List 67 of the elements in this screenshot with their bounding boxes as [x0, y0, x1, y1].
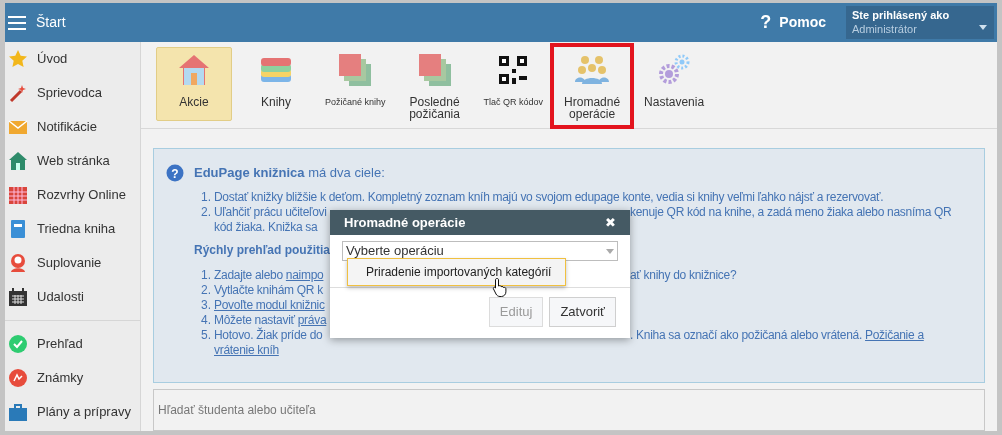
dialog-title: Hromadné operácie — [344, 213, 467, 232]
list-number: 2. — [201, 204, 212, 221]
sidebar-item[interactable]: Udalosti — [5, 280, 140, 314]
list-number: 1. — [201, 189, 212, 206]
list-text: Uľahčiť prácu učiteľovi — [214, 205, 327, 219]
sidebar-item[interactable]: Sprievodca — [5, 76, 140, 110]
list-number: 3. — [201, 297, 212, 314]
list-text: . Kniha sa označí ako požičaná alebo vrátená. — [630, 328, 863, 342]
toolbar-button[interactable]: Tlač QR kódov — [478, 47, 549, 121]
book-icon — [8, 219, 28, 239]
timetable-icon — [8, 185, 28, 205]
person-icon — [8, 253, 28, 273]
link[interactable]: Požičanie a — [865, 328, 924, 342]
wand-icon — [8, 83, 28, 103]
sidebar-item[interactable]: Úvod — [5, 42, 140, 76]
help-icon: ? — [166, 163, 184, 182]
cards-icon — [337, 52, 374, 88]
toolbar-button[interactable]: Nastavenia — [636, 47, 713, 121]
info-title: EduPage knižnica má dva ciele: — [194, 164, 385, 182]
list-text: ať knihy do knižnice? — [630, 268, 737, 282]
user-menu[interactable]: Ste prihlásený ako Administrátor — [846, 6, 994, 39]
sidebar-item[interactable]: Rozvrhy Online — [5, 178, 140, 212]
dropdown-option[interactable]: Priradenie importovaných kategórií — [347, 258, 566, 286]
toolbar-button[interactable]: Akcie — [156, 47, 232, 121]
calendar-icon — [8, 287, 28, 307]
hand-cursor-icon — [492, 277, 508, 297]
toolbar-button[interactable]: Knihy — [238, 47, 314, 121]
list-text: Zadajte alebo — [214, 268, 284, 282]
list-text: Hotovo. Žiak príde do — [214, 328, 323, 342]
sidebar-item[interactable]: Web stránka — [5, 144, 140, 178]
list-number: 4. — [201, 312, 212, 329]
list-number: 1. — [201, 267, 212, 284]
sidebar-item[interactable]: Suplovanie — [5, 246, 140, 280]
sidebar-item[interactable]: Notifikácie — [5, 110, 140, 144]
page-title: Štart — [36, 13, 66, 32]
close-button[interactable]: ✖ — [605, 212, 616, 233]
check-icon — [8, 334, 28, 354]
link[interactable]: Povoľte modul knižnic — [214, 298, 325, 312]
dialog-button[interactable]: Zatvoriť — [549, 297, 616, 327]
toolbar-button[interactable]: Hromadné operácie — [554, 47, 631, 125]
sidebar-item[interactable]: Triedna kniha — [5, 212, 140, 246]
list-number: 2. — [201, 282, 212, 299]
list-number: 5. — [201, 327, 212, 344]
cards-icon — [416, 52, 453, 88]
section-heading: Rýchly prehľad použitia — [194, 242, 330, 259]
caret-icon — [979, 25, 987, 30]
briefcase-icon — [8, 402, 28, 422]
menu-icon[interactable] — [8, 14, 26, 31]
list-text: Môžete nastaviť — [214, 313, 296, 327]
link[interactable]: vrátenie kníh — [214, 343, 279, 357]
house-icon — [8, 151, 28, 171]
help-link[interactable]: ? Pomoc — [760, 9, 826, 36]
toolbar-button[interactable]: Posledné požičania — [396, 47, 473, 121]
sidebar-item[interactable]: Známky — [5, 361, 140, 395]
link[interactable]: práva — [297, 313, 327, 327]
star-icon — [8, 49, 28, 69]
grade-icon — [8, 368, 28, 388]
search-field[interactable]: Hľadať študenta alebo učiteľa — [153, 389, 985, 431]
list-text: kenuje QR kód na knihe, a zadá meno žiaka alebo nasníma QR — [630, 205, 952, 219]
list-text: kód žiaka. Knižka sa — [214, 220, 318, 234]
sidebar-item[interactable]: Plány a prípravy — [5, 395, 140, 429]
link[interactable]: naimpo — [285, 268, 324, 282]
list-text: Vytlačte knihám QR k — [214, 283, 323, 297]
list-text: Dostať knižky bližšie k deťom. Kompletný zoznam kníh majú vo svojom edupage konte, vedia si knihy veľmi ľahko nájsť a rezervovať. — [214, 190, 884, 204]
toolbar-button[interactable]: Požičané knihy — [320, 47, 391, 121]
sidebar-item[interactable]: Prehľad — [5, 327, 140, 361]
caret-icon — [606, 248, 614, 254]
